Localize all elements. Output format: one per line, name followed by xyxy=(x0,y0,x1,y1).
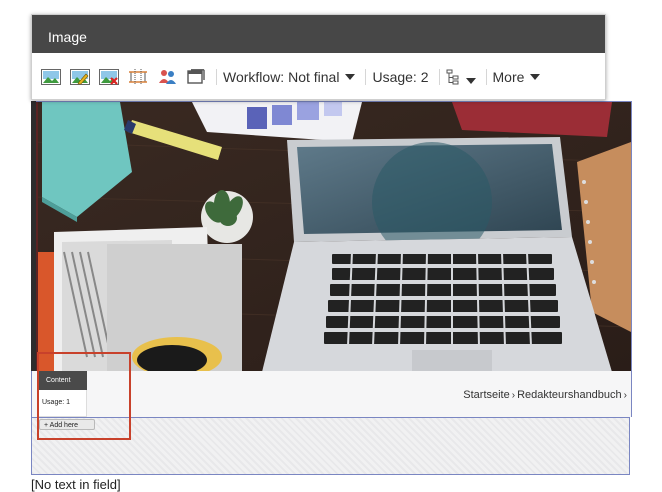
usage-label: Usage: 2 xyxy=(372,69,429,85)
toolbar-separator xyxy=(485,69,487,85)
chevron-down-icon xyxy=(345,74,356,80)
chevron-down-icon xyxy=(530,74,541,80)
more-dropdown[interactable]: More xyxy=(493,69,541,85)
delete-image-icon[interactable] xyxy=(99,67,119,87)
crop-icon[interactable] xyxy=(128,67,148,87)
breadcrumb: Startseite › Redakteurshandbuch › xyxy=(463,389,629,401)
usage-button[interactable]: Usage: 2 xyxy=(372,69,428,85)
more-label: More xyxy=(492,69,525,85)
users-icon[interactable] xyxy=(157,67,177,87)
workflow-label: Workflow: Not final xyxy=(223,69,340,85)
toolbar-title: Image xyxy=(32,15,605,53)
tree-icon xyxy=(446,69,458,85)
toolbar-actions: Workflow: Not final Usage: 2 More xyxy=(32,53,605,101)
desk-photo xyxy=(32,102,631,372)
toolbar-separator xyxy=(365,69,367,85)
window-icon[interactable] xyxy=(186,67,206,87)
toolbar-separator xyxy=(438,69,440,85)
image-toolbar: Image Workflow: Not final Usage: 2 More xyxy=(31,14,606,100)
chevron-down-icon xyxy=(465,78,476,84)
breadcrumb-separator-icon: › xyxy=(511,390,516,401)
highlight-box xyxy=(37,352,131,440)
breadcrumb-item-startseite[interactable]: Startseite xyxy=(463,389,509,401)
empty-field-text: [No text in field] xyxy=(31,477,121,492)
breadcrumb-separator-icon: › xyxy=(623,390,627,401)
tree-dropdown[interactable] xyxy=(446,69,476,85)
breadcrumb-item-redakteurshandbuch[interactable]: Redakteurshandbuch xyxy=(517,389,622,401)
toolbar-separator xyxy=(216,69,217,85)
page-image[interactable] xyxy=(31,101,632,372)
workflow-dropdown[interactable]: Workflow: Not final xyxy=(223,69,356,85)
image-icon[interactable] xyxy=(41,67,61,87)
edit-image-icon[interactable] xyxy=(70,67,90,87)
